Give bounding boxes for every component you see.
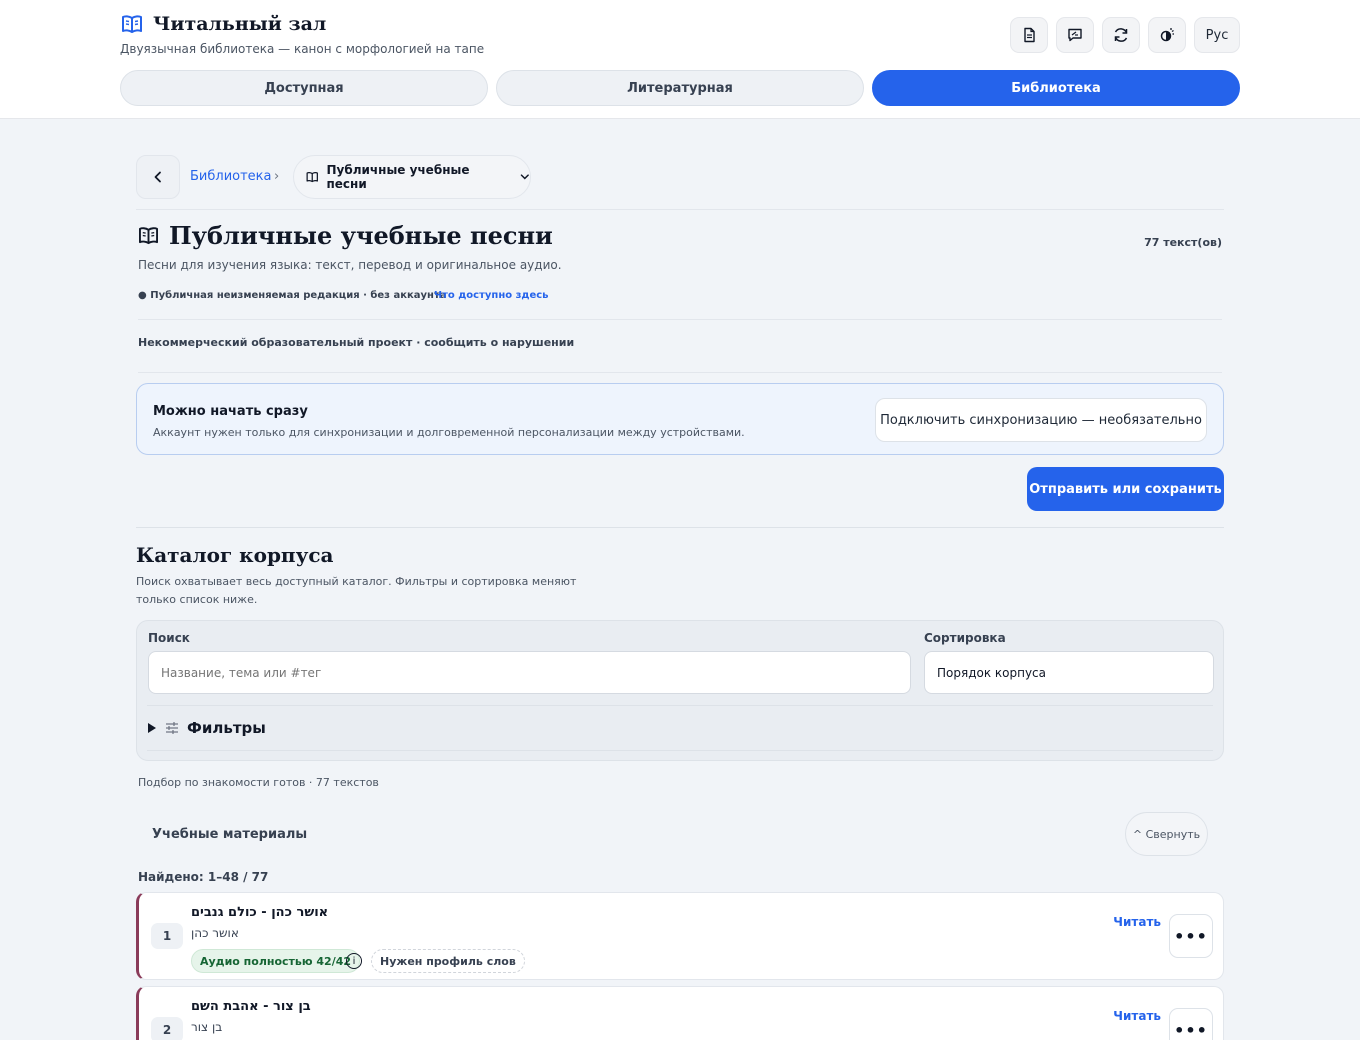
item-title: בן צור - אהבת השם (191, 999, 311, 1014)
catalog-title: Каталог корпуса (136, 543, 334, 567)
item-author: בן צור (191, 1020, 223, 1034)
catalog-description: Поиск охватывает весь доступный каталог.… (136, 575, 577, 606)
audio-badge: Аудио полностью 42/42 (191, 949, 361, 973)
book-icon (306, 172, 318, 183)
feedback-button[interactable] (1056, 17, 1094, 53)
more-options-button[interactable]: ••• (1169, 1008, 1213, 1040)
item-title: אושר כהן - כולם גנבים (191, 905, 329, 920)
app-header: Читальный зал Двуязычная библиотека — ка… (0, 0, 1360, 119)
start-now-panel: Можно начать сразу Аккаунт нужен только … (136, 383, 1224, 455)
more-options-button[interactable]: ••• (1169, 914, 1213, 958)
collection-switcher[interactable]: Публичные учебные песни (293, 155, 531, 199)
sync-refresh-button[interactable] (1102, 17, 1140, 53)
public-edition-note: ● Публичная неизменяемая редакция · без … (138, 290, 447, 301)
back-button[interactable] (136, 155, 180, 199)
theme-icon (1160, 28, 1174, 42)
page-title-text: Публичные учебные песни (169, 221, 553, 250)
search-label: Поиск (148, 631, 190, 645)
mode-tabs: Доступная Литературная Библиотека (120, 70, 1240, 106)
app-subtitle: Двуязычная библиотека — канон с морфолог… (120, 42, 485, 56)
read-link[interactable]: Читать (1113, 915, 1161, 929)
breadcrumb-library-link[interactable]: Библиотека (190, 169, 272, 184)
chat-icon (1068, 28, 1082, 42)
refresh-icon (1114, 28, 1128, 42)
connect-sync-button[interactable]: Подключить синхронизацию — необязательно (875, 398, 1207, 442)
collection-switcher-label: Публичные учебные песни (326, 163, 470, 191)
chevron-down-icon (521, 174, 530, 180)
book-icon (139, 227, 158, 245)
divider (136, 209, 1224, 210)
language-button[interactable]: Рус (1194, 17, 1240, 53)
send-or-save-button[interactable]: Отправить или сохранить (1027, 467, 1224, 511)
divider (136, 527, 1224, 528)
filters-toggle[interactable]: Фильтры (147, 705, 1213, 751)
list-item[interactable]: 2 בן צור - אהבת השם בן צור Читать ••• (136, 986, 1224, 1040)
list-item[interactable]: 1 אושר כהן - כולם גנבים אושר כהן Аудио п… (136, 892, 1224, 980)
tab-library[interactable]: Библиотека (872, 70, 1240, 106)
theme-toggle-button[interactable] (1148, 17, 1186, 53)
open-book-icon (122, 15, 142, 33)
noncommercial-note[interactable]: Некоммерческий образовательный проект · … (138, 336, 574, 349)
read-link[interactable]: Читать (1113, 1009, 1161, 1023)
item-number: 2 (151, 1017, 183, 1040)
document-icon (1024, 27, 1035, 43)
found-count: Найдено: 1–48 / 77 (138, 870, 269, 884)
item-number: 1 (151, 923, 183, 949)
materials-title: Учебные материалы (152, 827, 308, 842)
sort-label: Сортировка (924, 631, 1006, 645)
tab-literary[interactable]: Литературная (496, 70, 864, 106)
document-button[interactable] (1010, 17, 1048, 53)
start-now-heading: Можно начать сразу (153, 404, 308, 419)
chevron-left-icon (154, 171, 161, 183)
triangle-right-icon (148, 723, 156, 733)
tab-accessible[interactable]: Доступная (120, 70, 488, 106)
start-now-text: Аккаунт нужен только для синхронизации и… (153, 426, 745, 439)
familiarity-match-note: Подбор по знакомости готов · 77 текстов (138, 776, 379, 789)
filters-label: Фильтры (187, 719, 266, 737)
search-input[interactable] (148, 651, 911, 694)
sliders-icon (166, 722, 178, 734)
text-count: 77 текст(ов) (1144, 236, 1222, 249)
toolbar: Рус (1010, 17, 1240, 53)
search-panel: Поиск Сортировка Порядок корпуса Фильтры (136, 620, 1224, 761)
app-title-text: Читальный зал (153, 13, 327, 35)
breadcrumb-separator: › (274, 169, 280, 184)
more-dots-icon: ••• (1174, 1020, 1208, 1040)
collection-description: Песни для изучения языка: текст, перевод… (138, 258, 562, 272)
item-author: אושר כהן (191, 926, 239, 940)
collapse-button[interactable]: ^ Свернуть (1125, 812, 1208, 856)
whats-available-link[interactable]: Что доступно здесь (434, 290, 549, 301)
sort-select[interactable]: Порядок корпуса (924, 651, 1214, 694)
page-title: Публичные учебные песни (138, 221, 553, 250)
more-dots-icon: ••• (1174, 926, 1208, 946)
divider (138, 319, 1222, 320)
word-profile-badge: Нужен профиль слов (371, 949, 525, 973)
divider (138, 372, 1222, 373)
app-title: Читальный зал (121, 13, 326, 35)
info-icon[interactable]: i (346, 953, 362, 969)
